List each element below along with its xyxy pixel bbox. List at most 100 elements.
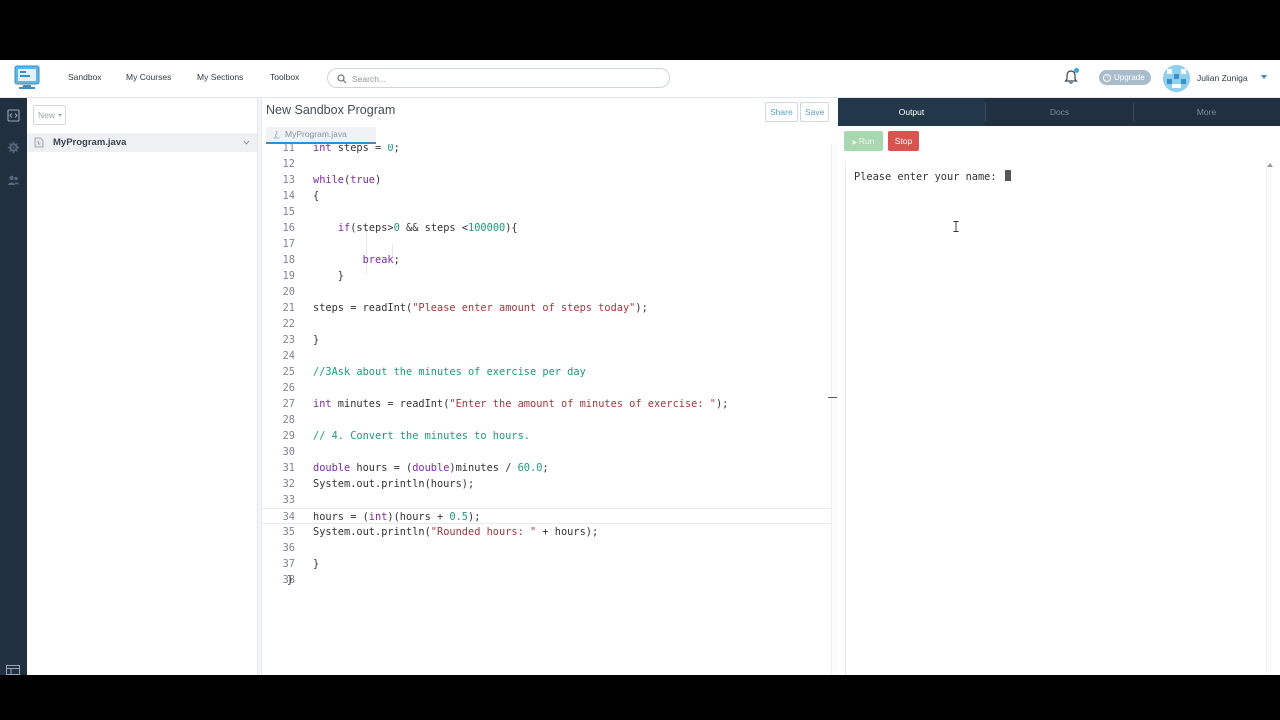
line-number: 18 <box>282 254 295 266</box>
line-number: 13 <box>282 174 295 186</box>
code-line[interactable]: 33 <box>262 492 832 508</box>
tab-myprogram-java[interactable]: MyProgram.java <box>266 127 376 144</box>
line-number: 30 <box>282 446 295 458</box>
chevron-down-icon[interactable] <box>1261 75 1267 79</box>
arrow-up-icon: ↑ <box>1103 73 1111 82</box>
line-number: 31 <box>282 462 295 474</box>
code-area[interactable]: 11 int steps = 0; 12 13 while(true) 14 {15 16 i… <box>262 144 832 675</box>
code-text: // 4. Convert the minutes to hours. <box>313 430 530 442</box>
save-button[interactable]: Save <box>800 102 830 122</box>
chevron-down-icon <box>58 114 62 117</box>
code-line[interactable]: 21 steps = readInt("Please enter amount o… <box>262 300 832 316</box>
code-editor-panel: New Sandbox Program Share Save MyProgram… <box>262 98 838 675</box>
console-output[interactable]: Please enter your name: <box>845 161 1273 675</box>
editor-scrollbar[interactable] <box>828 144 838 675</box>
nav-my-sections[interactable]: My Sections <box>197 72 243 82</box>
code-text: } <box>313 334 320 346</box>
code-text: } <box>287 574 294 586</box>
code-line[interactable]: 11 int steps = 0; <box>262 144 832 156</box>
code-text: int steps = 0; <box>313 144 400 154</box>
code-line[interactable]: 28 <box>262 412 832 428</box>
java-file-icon <box>273 130 280 139</box>
panel-toggle-icon[interactable] <box>6 665 20 675</box>
code-line[interactable]: 38} <box>262 572 832 588</box>
users-icon[interactable] <box>7 174 20 187</box>
line-number: 36 <box>282 542 295 554</box>
tab-output[interactable]: Output <box>838 98 985 126</box>
line-number: 28 <box>282 414 295 426</box>
code-line[interactable]: 25 //3Ask about the minutes of exercise p… <box>262 364 832 380</box>
user-name[interactable]: Julian Zuniga <box>1197 73 1248 83</box>
code-line[interactable]: 16 if(steps>0 && steps <100000){ <box>262 220 832 236</box>
new-file-button[interactable]: New <box>33 105 66 125</box>
code-line[interactable]: 13 while(true) <box>262 172 832 188</box>
line-number: 14 <box>282 190 295 202</box>
code-line[interactable]: 12 <box>262 156 832 172</box>
notification-dot <box>1074 68 1079 73</box>
line-number: 34 <box>282 511 295 523</box>
code-line[interactable]: 23} <box>262 332 832 348</box>
text-cursor <box>1004 170 1011 181</box>
code-text: hours = (int)(hours + 0.5); <box>313 511 481 523</box>
tab-docs[interactable]: Docs <box>986 98 1133 126</box>
line-number: 12 <box>282 158 295 170</box>
code-line[interactable]: 15 <box>262 204 832 220</box>
output-panel: Output Docs More ▶ Run Stop Please enter… <box>838 98 1280 675</box>
run-label: Run <box>858 136 875 146</box>
code-line[interactable]: 34 hours = (int)(hours + 0.5); <box>262 508 832 524</box>
upgrade-label: Upgrade <box>1114 73 1145 82</box>
code-panel-icon[interactable] <box>7 109 20 122</box>
code-line[interactable]: 26 <box>262 380 832 396</box>
code-line[interactable]: 29 // 4. Convert the minutes to hours. <box>262 428 832 444</box>
code-text: steps = readInt("Please enter amount of … <box>313 302 648 314</box>
code-text: } <box>313 270 344 282</box>
code-line[interactable]: 35 System.out.println("Rounded hours: " +… <box>262 524 832 540</box>
code-line[interactable]: 20 <box>262 284 832 300</box>
gear-icon[interactable] <box>7 141 20 154</box>
code-line[interactable]: 18 break; <box>262 252 832 268</box>
search-input[interactable] <box>352 71 652 86</box>
avatar-pattern-icon <box>1163 65 1190 92</box>
nav-my-courses[interactable]: My Courses <box>126 72 171 82</box>
line-number: 27 <box>282 398 295 410</box>
line-number: 32 <box>282 478 295 490</box>
code-line[interactable]: 36 <box>262 540 832 556</box>
nav-toolbox[interactable]: Toolbox <box>270 72 299 82</box>
code-line[interactable]: 27 int minutes = readInt("Enter the amoun… <box>262 396 832 412</box>
search-box[interactable] <box>327 68 670 88</box>
file-item[interactable]: MyProgram.java <box>27 133 257 152</box>
line-number: 33 <box>282 494 295 506</box>
tab-label: MyProgram.java <box>285 129 347 139</box>
code-text: System.out.println(hours); <box>313 478 475 490</box>
console-scrollbar[interactable] <box>1266 161 1273 675</box>
console-line: Please enter your name: <box>854 170 1011 183</box>
code-line[interactable]: 37} <box>262 556 832 572</box>
run-button[interactable]: ▶ Run <box>844 131 883 151</box>
codehs-logo-icon[interactable] <box>14 65 40 91</box>
code-line[interactable]: 17 <box>262 236 832 252</box>
stop-button[interactable]: Stop <box>888 131 919 151</box>
scroll-up-icon[interactable] <box>1267 163 1273 167</box>
share-button[interactable]: Share <box>765 102 798 122</box>
code-line[interactable]: 22 <box>262 316 832 332</box>
code-text: } <box>313 558 320 570</box>
code-line[interactable]: 19 } <box>262 268 832 284</box>
file-name: MyProgram.java <box>53 137 127 148</box>
code-line[interactable]: 24 <box>262 348 832 364</box>
avatar[interactable] <box>1163 65 1190 92</box>
code-text: if(steps>0 && steps <100000){ <box>337 222 518 234</box>
code-text: { <box>313 190 320 202</box>
code-line[interactable]: 32 System.out.println(hours); <box>262 476 832 492</box>
nav-sandbox[interactable]: Sandbox <box>68 72 102 82</box>
program-title: New Sandbox Program <box>266 103 396 117</box>
console-prompt: Please enter your name: <box>854 171 1003 183</box>
code-text: break; <box>362 254 400 266</box>
chevron-down-icon[interactable] <box>243 139 250 146</box>
tab-more[interactable]: More <box>1133 98 1280 126</box>
upgrade-button[interactable]: ↑ Upgrade <box>1099 70 1151 85</box>
code-line[interactable]: 30 <box>262 444 832 460</box>
line-number: 21 <box>282 302 295 314</box>
code-line[interactable]: 31 double hours = (double)minutes / 60.0; <box>262 460 832 476</box>
code-line[interactable]: 14 { <box>262 188 832 204</box>
left-rail <box>0 98 27 675</box>
